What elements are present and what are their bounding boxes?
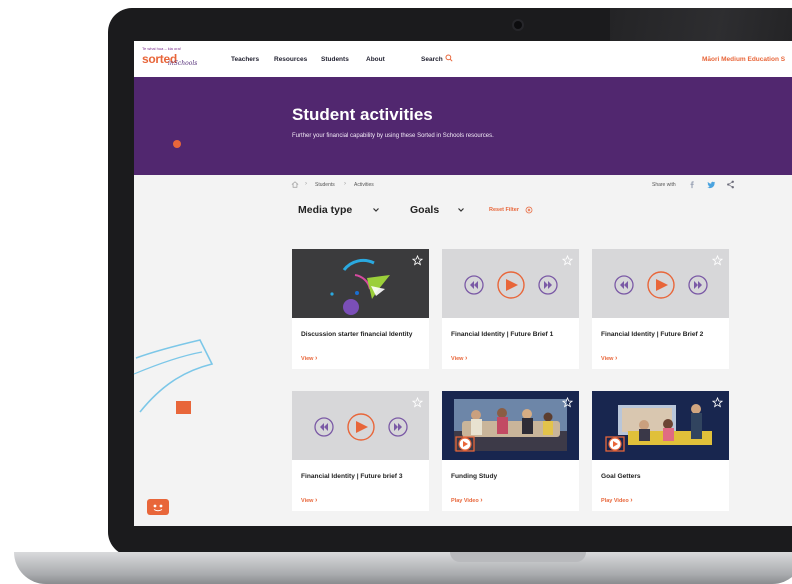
video-player-graphic (464, 271, 558, 299)
breadcrumb-separator: › (344, 181, 346, 187)
media-type-filter[interactable]: Media type (298, 204, 352, 216)
page-subtitle: Further your financial capability by usi… (292, 133, 494, 139)
webcam (514, 21, 522, 29)
card-link-label: View (451, 356, 464, 362)
share-icon[interactable] (726, 180, 735, 189)
breadcrumb-activities: Activities (354, 182, 374, 188)
card-title: Financial Identity | Future Brief 1 (451, 331, 554, 338)
laptop-notch (450, 552, 586, 562)
close-circle-icon[interactable] (525, 206, 533, 214)
card-thumbnail[interactable] (592, 391, 729, 460)
breadcrumb-separator: › (305, 181, 307, 187)
chevron-right-icon: › (314, 497, 318, 504)
hero-banner: Student activities Further your financia… (134, 77, 792, 175)
nav-link-teachers[interactable]: Teachers (231, 56, 259, 63)
card-view-link[interactable]: View › (601, 355, 617, 362)
chevron-right-icon: › (614, 355, 618, 362)
nav-link-about[interactable]: About (366, 56, 385, 63)
goals-filter[interactable]: Goals (410, 204, 439, 216)
nav-link-students[interactable]: Students (321, 56, 349, 63)
card-title: Discussion starter financial Identity (301, 331, 413, 338)
orange-square-decoration (176, 401, 191, 414)
abstract-art-image (330, 258, 390, 315)
maori-medium-link[interactable]: Māori Medium Education S (702, 56, 785, 63)
chevron-down-icon[interactable] (372, 207, 380, 213)
facebook-icon[interactable] (688, 180, 697, 189)
card-title: Financial Identity | Future Brief 2 (601, 331, 704, 338)
activity-card[interactable]: Discussion starter financial Identity Vi… (292, 249, 429, 369)
laptop-base (14, 552, 792, 584)
chevron-right-icon: › (314, 355, 318, 362)
twitter-icon[interactable] (707, 180, 716, 189)
chevron-down-icon[interactable] (457, 207, 465, 213)
chevron-right-icon: › (480, 497, 483, 504)
orange-dot-decoration (173, 140, 181, 148)
card-play-video-link[interactable]: Play Video › (451, 497, 483, 504)
product-mockup: Te whai hua – kia ora! sorted inSchools … (0, 0, 792, 584)
home-icon[interactable] (291, 181, 299, 188)
card-link-label: View (301, 498, 314, 504)
activity-card[interactable]: Financial Identity | Future Brief 2 View… (592, 249, 729, 369)
card-title: Funding Study (451, 473, 498, 480)
star-icon[interactable] (562, 397, 573, 408)
activity-card[interactable]: Funding Study Play Video › (442, 391, 579, 511)
star-icon[interactable] (712, 397, 723, 408)
card-view-link[interactable]: View › (301, 497, 317, 504)
top-nav: Te whai hua – kia ora! sorted inSchools … (134, 41, 792, 77)
chat-bot-icon[interactable] (147, 499, 169, 515)
logo-subtitle: inSchools (168, 60, 198, 67)
search-icon[interactable] (445, 54, 453, 62)
card-link-label: Play Video (451, 498, 479, 504)
browser-viewport: Te whai hua – kia ora! sorted inSchools … (134, 41, 792, 526)
activity-card[interactable]: Financial Identity | Future brief 3 View… (292, 391, 429, 511)
logo-tagline: Te whai hua – kia ora! (142, 46, 181, 51)
activity-card[interactable]: Goal Getters Play Video › (592, 391, 729, 511)
card-thumbnail[interactable] (442, 391, 579, 460)
star-icon[interactable] (712, 255, 723, 266)
breadcrumb-students[interactable]: Students (315, 182, 335, 188)
card-play-video-link[interactable]: Play Video › (601, 497, 633, 504)
card-title: Goal Getters (601, 473, 641, 480)
card-view-link[interactable]: View › (451, 355, 467, 362)
reset-filter-button[interactable]: Reset Filter (489, 207, 519, 213)
play-icon[interactable] (454, 435, 476, 453)
page-title: Student activities (292, 105, 433, 124)
card-thumbnail[interactable] (292, 391, 429, 460)
card-thumbnail[interactable] (442, 249, 579, 318)
play-icon[interactable] (604, 435, 626, 453)
video-player-graphic (314, 413, 408, 441)
star-icon[interactable] (412, 255, 423, 266)
chevron-right-icon: › (630, 497, 633, 504)
card-link-label: Play Video (601, 498, 629, 504)
share-label: Share with (652, 182, 676, 188)
card-view-link[interactable]: View › (301, 355, 317, 362)
card-thumbnail[interactable] (292, 249, 429, 318)
nav-link-resources[interactable]: Resources (274, 56, 307, 63)
video-player-graphic (614, 271, 708, 299)
activity-card[interactable]: Financial Identity | Future Brief 1 View… (442, 249, 579, 369)
card-link-label: View (601, 356, 614, 362)
search-link[interactable]: Search (421, 56, 443, 63)
card-thumbnail[interactable] (592, 249, 729, 318)
chevron-right-icon: › (464, 355, 468, 362)
star-icon[interactable] (562, 255, 573, 266)
star-icon[interactable] (412, 397, 423, 408)
card-link-label: View (301, 356, 314, 362)
chat-bot-face (153, 504, 163, 512)
card-title: Financial Identity | Future brief 3 (301, 473, 403, 480)
